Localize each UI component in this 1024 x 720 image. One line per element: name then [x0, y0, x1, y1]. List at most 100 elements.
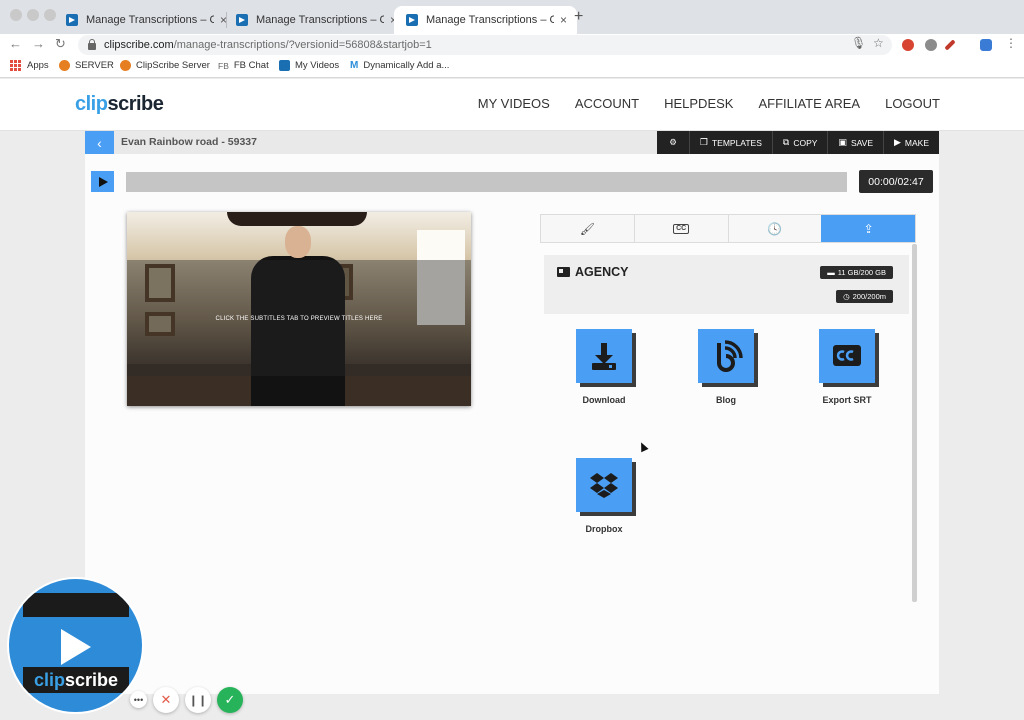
tab-subtitles[interactable]: CC [633, 215, 728, 242]
gear-icon: ⚙ [669, 137, 677, 147]
apps-grid-icon [10, 60, 21, 71]
nav-helpdesk[interactable]: HELPDESK [664, 96, 733, 111]
my-videos-bookmark-icon [279, 60, 290, 71]
extension-red-icon[interactable] [902, 39, 914, 51]
clipscribe-server-bookmark-icon [120, 60, 131, 71]
account-summary: AGENCY ▬ 11 GB/200 GB ◷ 200/200m [544, 255, 909, 314]
url-path: /manage-transcriptions/?versionid=56808&… [173, 39, 432, 51]
extension-gray-icon[interactable] [925, 39, 937, 51]
ellipsis-icon: ••• [133, 694, 144, 705]
tab-export[interactable]: ⇪ [821, 215, 915, 242]
more-options-button[interactable]: ••• [130, 691, 147, 708]
save-icon: ▣ [838, 137, 847, 147]
timecode-display: 00:00/02:47 [859, 170, 933, 193]
settings-button[interactable]: ⚙ [657, 131, 689, 154]
panel-scrollbar[interactable] [912, 244, 917, 602]
url-field[interactable]: clipscribe.com /manage-transcriptions/?v… [78, 35, 892, 55]
panel-tabs: 🖌 CC 🕓 ⇪ [540, 214, 916, 243]
bookmark-clipscribe-server[interactable]: ClipScribe Server [120, 60, 210, 71]
export-blog[interactable]: Blog [686, 329, 766, 405]
pause-recording-button[interactable]: ❙❙ [185, 687, 211, 713]
export-dropbox[interactable]: Dropbox [564, 458, 644, 534]
main-navigation: MY VIDEOS ACCOUNT HELPDESK AFFILIATE ARE… [478, 96, 940, 111]
badge-logo: clip scribe [23, 667, 129, 693]
browser-tab-3-active[interactable]: Manage Transcriptions – ClipScribe × [394, 6, 578, 34]
tab-timing[interactable]: 🕓 [727, 215, 822, 242]
url-host: clipscribe.com [104, 39, 174, 51]
templates-icon: ❐ [699, 137, 708, 147]
video-preview[interactable]: CLICK THE SUBTITLES TAB TO PREVIEW TITLE… [127, 212, 471, 406]
clipscribe-favicon-icon [66, 14, 78, 26]
bookmark-dynamically-add[interactable]: M Dynamically Add a... [350, 60, 449, 71]
templates-button[interactable]: ❐ TEMPLATES [688, 131, 772, 154]
browser-tab-2[interactable]: Manage Transcriptions – ClipScribe × [224, 6, 407, 34]
server-bookmark-icon [59, 60, 70, 71]
new-tab-button[interactable]: + [574, 8, 583, 26]
bookmark-fb-chat[interactable]: FB FB Chat [218, 60, 269, 71]
microphone-icon[interactable]: 🎙 [851, 36, 866, 50]
recording-controls: ••• ✕ ❙❙ ✓ [130, 687, 243, 713]
reload-icon[interactable]: ↻ [55, 36, 66, 52]
nav-affiliate-area[interactable]: AFFILIATE AREA [758, 96, 860, 111]
nav-my-videos[interactable]: MY VIDEOS [478, 96, 550, 111]
lock-icon [88, 38, 96, 50]
clipscribe-brand-badge: clip scribe [7, 577, 144, 714]
editor-toolbar: ‹ Evan Rainbow road - 59337 ⚙ ❐ TEMPLATES… [85, 131, 939, 154]
bookmark-apps[interactable]: Apps [10, 60, 49, 71]
id-card-icon [557, 267, 570, 277]
forward-arrow-icon[interactable]: → [32, 36, 45, 51]
tab-close-icon[interactable]: × [560, 13, 567, 27]
fb-bookmark-icon: FB [218, 60, 229, 71]
editor-actions: ⚙ ❐ TEMPLATES ⧉ COPY ▣ SAVE ▶ MAKE [657, 131, 939, 154]
export-download[interactable]: Download [564, 329, 644, 405]
clipscribe-logo[interactable]: clipscribe [75, 93, 164, 116]
bookmark-my-videos[interactable]: My Videos [279, 60, 339, 71]
save-button[interactable]: ▣ SAVE [827, 131, 883, 154]
tab-style[interactable]: 🖌 [541, 215, 634, 242]
cancel-recording-button[interactable]: ✕ [153, 687, 179, 713]
storage-badge: ▬ 11 GB/200 GB [820, 266, 893, 279]
extension-pen-icon[interactable] [944, 39, 956, 51]
clipscribe-favicon-icon [406, 14, 418, 26]
cc-icon: CC [673, 223, 690, 234]
clipscribe-favicon-icon [236, 14, 248, 26]
blog-icon [717, 340, 743, 372]
share-icon: ⇪ [863, 221, 874, 236]
bookmark-star-icon[interactable]: ☆ [873, 36, 884, 50]
browser-tab-bar: Manage Transcriptions – ClipScribe × Man… [0, 0, 1024, 34]
site-header: clipscribe MY VIDEOS ACCOUNT HELPDESK AF… [0, 79, 1024, 131]
bookmark-server[interactable]: SERVER [59, 60, 114, 71]
transcription-editor: ‹ Evan Rainbow road - 59337 ⚙ ❐ TEMPLATES… [85, 131, 939, 694]
download-icon [592, 343, 616, 370]
play-icon: ▶ [893, 137, 901, 147]
hard-drive-icon: ▬ [827, 268, 835, 277]
browser-tab-1[interactable]: Manage Transcriptions – ClipScribe × [54, 6, 237, 34]
bookmarks-bar: Apps SERVER ClipScribe Server FB FB Chat… [0, 56, 1024, 78]
clock-icon: 🕓 [767, 221, 783, 236]
back-button[interactable]: ‹ [85, 131, 114, 154]
m-bookmark-icon: M [350, 60, 359, 71]
cc-icon [833, 345, 861, 366]
paintbrush-icon: 🖌 [579, 221, 595, 236]
make-button[interactable]: ▶ MAKE [882, 131, 939, 154]
play-button[interactable] [91, 171, 114, 192]
finish-recording-button[interactable]: ✓ [217, 687, 243, 713]
play-icon [61, 629, 91, 665]
close-icon: ✕ [160, 692, 172, 707]
timeline-scrubber[interactable] [126, 172, 847, 192]
chevron-left-icon: ‹ [97, 134, 102, 151]
browser-menu-icon[interactable]: ⋮ [1005, 36, 1017, 50]
window-minimize-control[interactable] [27, 9, 39, 21]
account-plan: AGENCY [557, 265, 628, 279]
browser-address-bar: ← → ↻ clipscribe.com /manage-transcripti… [0, 34, 1024, 56]
copy-icon: ⧉ [782, 137, 790, 147]
check-icon: ✓ [224, 692, 236, 707]
export-srt[interactable]: Export SRT [807, 329, 887, 405]
nav-logout[interactable]: LOGOUT [885, 96, 940, 111]
clock-icon: ◷ [843, 292, 850, 301]
back-arrow-icon[interactable]: ← [9, 36, 22, 51]
copy-button[interactable]: ⧉ COPY [771, 131, 828, 154]
extension-blue-icon[interactable] [980, 39, 992, 51]
nav-account[interactable]: ACCOUNT [575, 96, 639, 111]
window-close-control[interactable] [10, 9, 22, 21]
